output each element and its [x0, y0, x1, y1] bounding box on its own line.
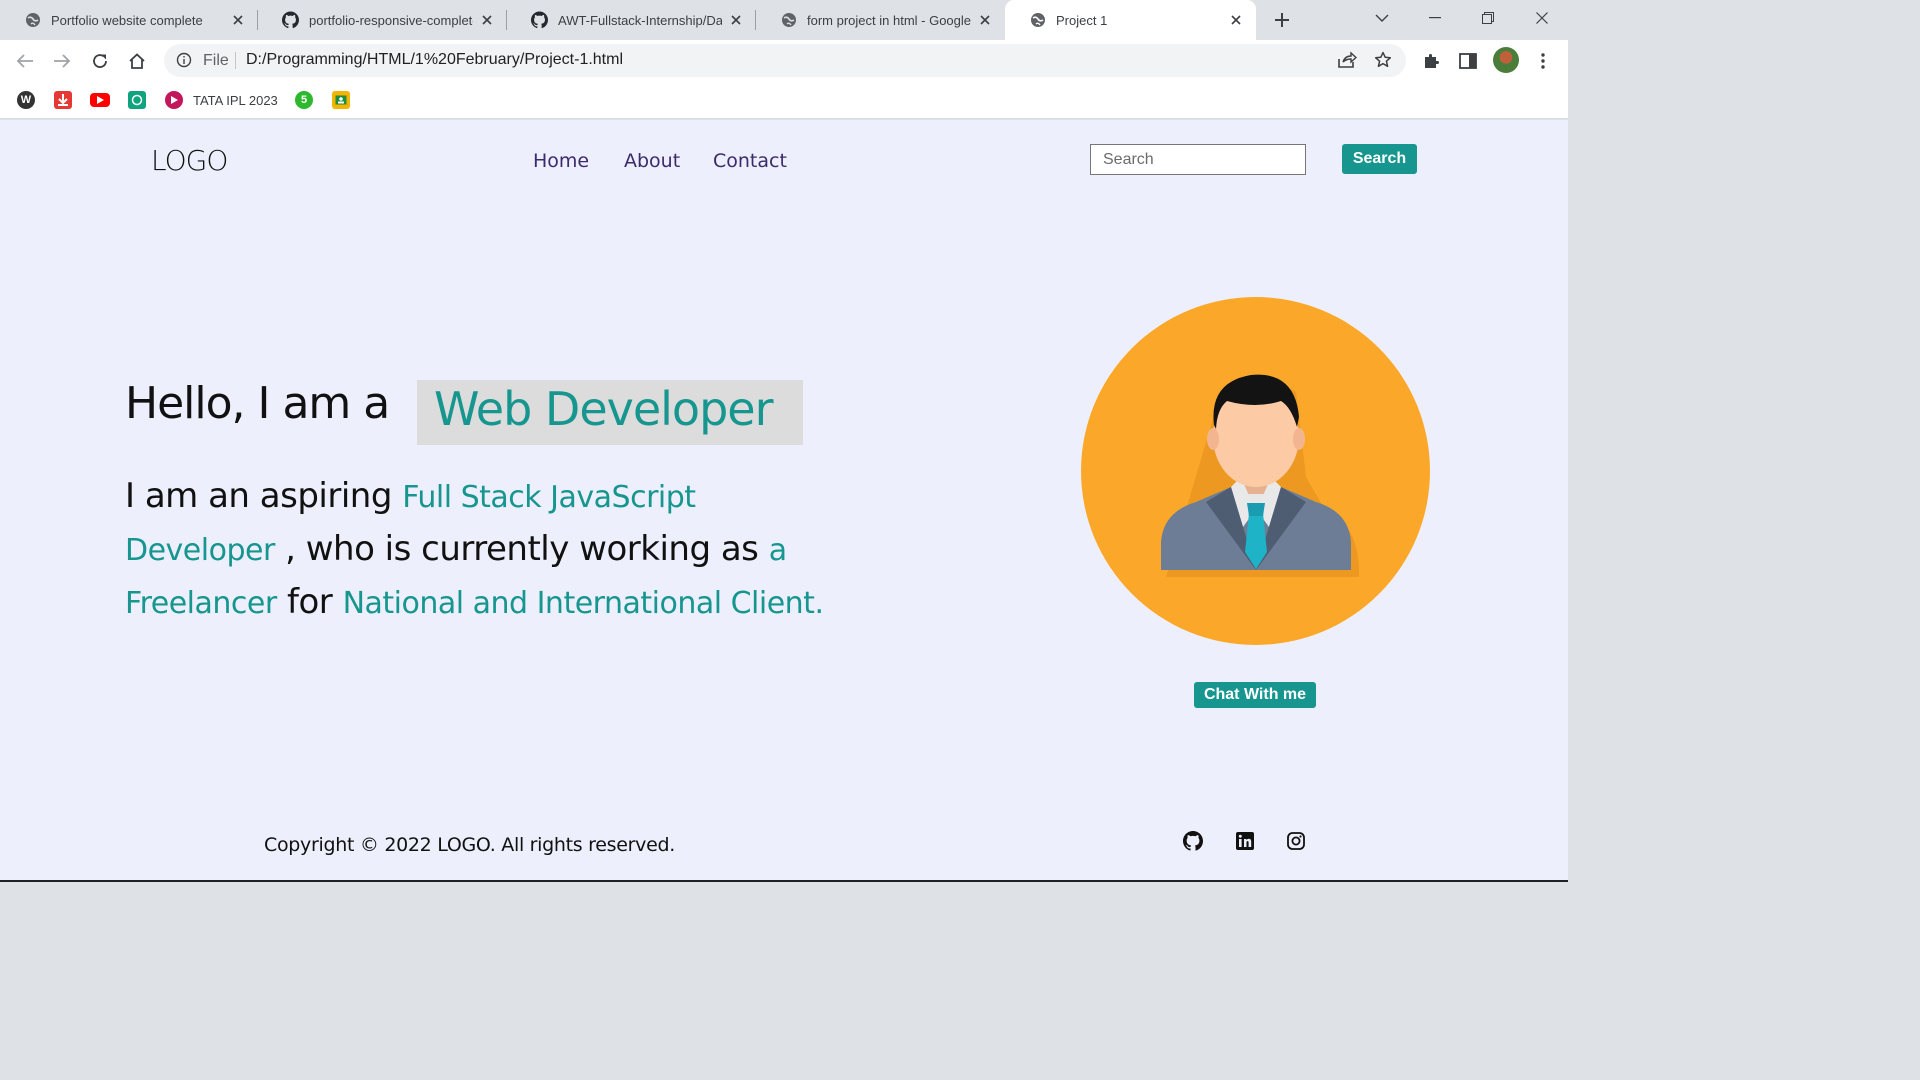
intro-highlight: National and International Client.	[342, 586, 824, 621]
tab-title: Project 1	[1056, 12, 1108, 28]
address-bar[interactable]: File D:/Programming/HTML/1%20February/Pr…	[164, 44, 1406, 77]
nav-about-link[interactable]: About	[624, 150, 680, 172]
hero-role: Web Developer	[434, 382, 773, 436]
wordpress-icon: W	[17, 91, 35, 109]
bookmark-five[interactable]: 5	[295, 90, 313, 110]
github-icon	[531, 11, 548, 29]
intro-text: I am an aspiring	[125, 476, 403, 516]
url-text[interactable]: D:/Programming/HTML/1%20February/Project…	[246, 51, 623, 69]
close-icon[interactable]	[1228, 12, 1244, 28]
intro-line-2: Developer , who is currently working as …	[125, 529, 787, 569]
search-input[interactable]	[1090, 144, 1306, 175]
share-icon[interactable]	[1337, 51, 1358, 74]
window-close-icon[interactable]	[1528, 6, 1556, 30]
tab-title: portfolio-responsive-complete	[309, 12, 473, 28]
intro-text: , who is currently working as	[274, 529, 769, 569]
bookmark-chatgpt[interactable]	[128, 90, 146, 110]
home-icon[interactable]	[124, 48, 150, 74]
kebab-menu-icon[interactable]	[1530, 48, 1556, 74]
extensions-puzzle-icon[interactable]	[1418, 48, 1444, 74]
download-icon	[54, 91, 72, 109]
close-icon[interactable]	[230, 12, 246, 28]
tab-title: form project in html - Google S	[807, 12, 971, 28]
reload-icon[interactable]	[87, 48, 113, 74]
hero-greeting: Hello, I am a	[125, 378, 390, 429]
forward-arrow-icon[interactable]	[49, 48, 75, 74]
nav-home-link[interactable]: Home	[533, 150, 589, 172]
five-icon: 5	[295, 91, 313, 109]
close-icon[interactable]	[728, 12, 744, 28]
bookmark-tata-ipl[interactable]: TATA IPL 2023	[165, 90, 278, 110]
omnibox-separator	[235, 52, 236, 69]
github-icon[interactable]	[1182, 830, 1204, 852]
profile-illustration	[1081, 297, 1430, 645]
instagram-icon[interactable]	[1285, 830, 1307, 852]
chat-with-me-button[interactable]: Chat With me	[1194, 682, 1316, 708]
side-panel-icon[interactable]	[1455, 48, 1481, 74]
restore-icon[interactable]	[1474, 6, 1502, 30]
bookmark-youtube[interactable]	[90, 90, 110, 110]
profile-avatar[interactable]	[1493, 47, 1519, 73]
globe-icon	[1029, 12, 1046, 29]
bookmark-download[interactable]	[54, 90, 72, 110]
bookmark-wordpress[interactable]: W	[17, 90, 35, 110]
bookmark-star-icon[interactable]	[1374, 51, 1392, 74]
classroom-icon	[332, 91, 350, 109]
tab-0[interactable]: Portfolio website complete	[0, 0, 258, 40]
copyright-text: Copyright © 2022 LOGO. All rights reserv…	[264, 834, 675, 856]
intro-highlight: a	[768, 533, 787, 568]
tab-title: AWT-Fullstack-Internship/Day	[558, 12, 722, 28]
search-button[interactable]: Search	[1342, 144, 1417, 174]
intro-highlight: Developer	[125, 533, 275, 568]
address-toolbar: File D:/Programming/HTML/1%20February/Pr…	[0, 40, 1568, 81]
jiocinema-icon	[165, 91, 183, 109]
new-tab-plus-icon[interactable]	[1270, 8, 1294, 32]
intro-highlight: Full Stack JavaScript	[402, 480, 696, 515]
globe-icon	[780, 12, 797, 29]
nav-contact-link[interactable]: Contact	[713, 150, 787, 172]
businessman-avatar-icon	[1161, 374, 1359, 577]
back-arrow-icon[interactable]	[12, 48, 38, 74]
web-page: LOGO Home About Contact Search Hello, I …	[0, 120, 1568, 880]
intro-highlight: Freelancer	[125, 586, 277, 621]
youtube-icon	[90, 93, 110, 107]
intro-line-1: I am an aspiring Full Stack JavaScript	[125, 476, 696, 516]
site-logo[interactable]: LOGO	[151, 144, 228, 177]
bookmark-classroom[interactable]	[332, 90, 350, 110]
intro-line-3: Freelancer for National and Internationa…	[125, 582, 824, 622]
close-icon[interactable]	[977, 12, 993, 28]
tab-search-chevron-icon[interactable]	[1368, 6, 1396, 30]
chatgpt-icon	[128, 91, 146, 109]
globe-icon	[24, 12, 41, 29]
info-icon[interactable]	[176, 52, 192, 73]
tab-4[interactable]: Project 1	[1005, 0, 1256, 40]
tab-title: Portfolio website complete	[51, 12, 203, 28]
github-icon	[282, 11, 299, 29]
tab-strip: Portfolio website complete portfolio-res…	[0, 0, 1568, 40]
tab-1[interactable]: portfolio-responsive-complete	[258, 0, 507, 40]
linkedin-icon[interactable]	[1234, 830, 1256, 852]
window-bottom-edge	[0, 880, 1568, 882]
minimize-icon[interactable]	[1421, 6, 1449, 30]
tab-3[interactable]: form project in html - Google S	[756, 0, 1005, 40]
close-icon[interactable]	[479, 12, 495, 28]
intro-text: for	[276, 582, 343, 622]
tab-2[interactable]: AWT-Fullstack-Internship/Day	[507, 0, 756, 40]
bookmark-label: TATA IPL 2023	[193, 92, 278, 108]
scheme-label: File	[203, 52, 229, 69]
bookmarks-bar: W TATA IPL 2023 5	[0, 81, 1568, 119]
